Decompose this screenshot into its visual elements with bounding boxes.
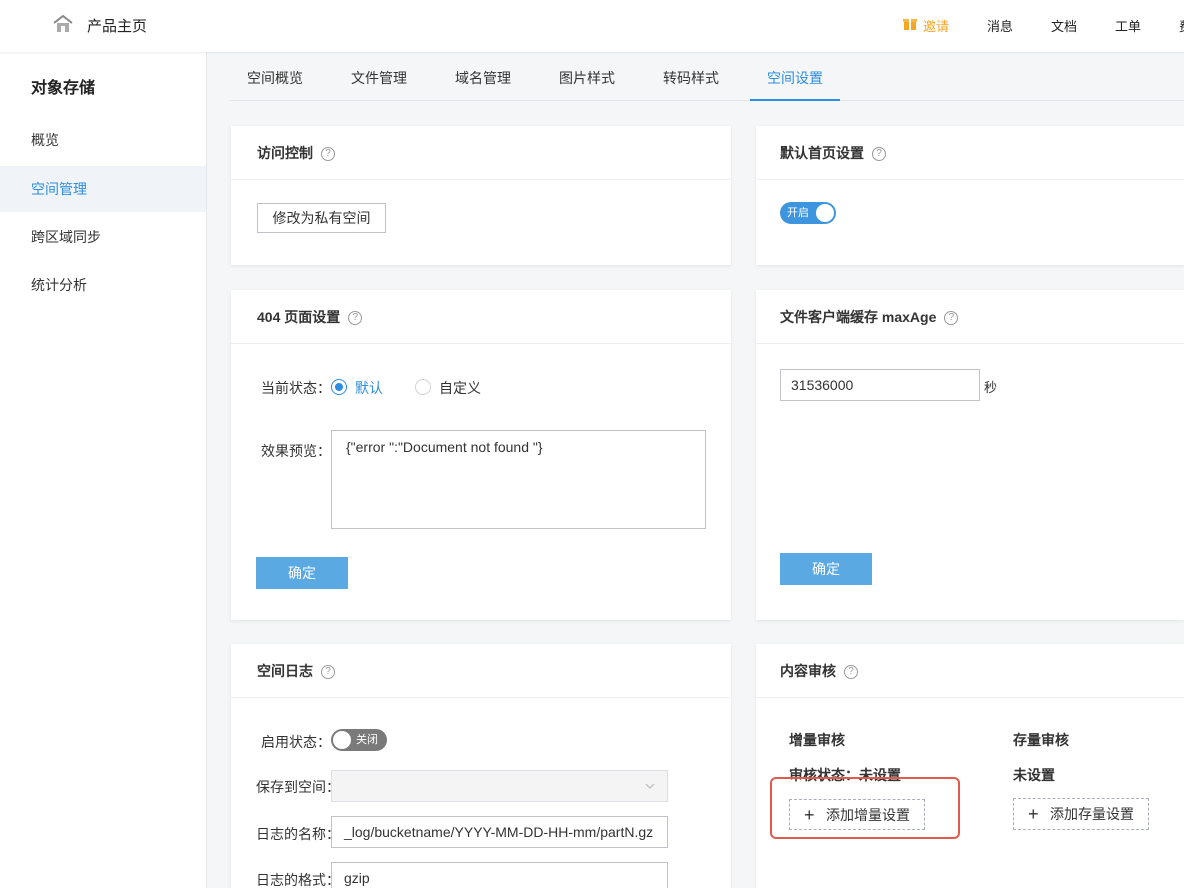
- access-control-title: 访问控制: [257, 145, 313, 161]
- card-header: 默认首页设置?: [756, 126, 1184, 180]
- access-control-card: 访问控制? 修改为私有空间: [231, 126, 731, 265]
- ticket-link[interactable]: 工单: [1115, 16, 1141, 35]
- log-name-input[interactable]: _log/bucketname/YYYY-MM-DD-HH-mm/partN.g…: [331, 816, 668, 848]
- home-title[interactable]: 产品主页: [87, 15, 147, 36]
- add-stock-button[interactable]: + 添加存量设置: [1013, 798, 1149, 830]
- add-stock-label: 添加存量设置: [1050, 806, 1134, 822]
- max-age-card: 文件客户端缓存 maxAge? 31536000 秒 确定: [756, 290, 1184, 620]
- highlight-box: [770, 777, 960, 839]
- sidebar-item-bucket-management[interactable]: 空间管理: [0, 166, 206, 212]
- custom-radio[interactable]: [415, 379, 431, 395]
- top-bar: 产品主页 邀请 消息 文档 工单 费: [0, 0, 1184, 52]
- seconds-unit: 秒: [984, 380, 998, 395]
- status-label: 当前状态：: [261, 380, 331, 396]
- card-header: 访问控制?: [231, 126, 731, 180]
- preview-label: 效果预览：: [261, 443, 331, 459]
- tab-files[interactable]: 文件管理: [334, 52, 424, 101]
- toggle-label: 关闭: [356, 734, 378, 746]
- content-audit-card: 内容审核? 增量审核 审核状态：未设置 + 添加增量设置 存量审核 未设置 + …: [756, 644, 1184, 888]
- sidebar-title: 对象存储: [31, 80, 96, 97]
- default-homepage-title: 默认首页设置: [780, 145, 864, 161]
- gift-icon: [903, 19, 917, 30]
- toggle-knob: [816, 204, 834, 222]
- tab-bucket-settings[interactable]: 空间设置: [750, 52, 840, 101]
- custom-radio-label[interactable]: 自定义: [439, 378, 481, 398]
- space-log-card: 空间日志? 启用状态： 关闭 保存到空间： 日志的名称： _log/bucket…: [231, 644, 731, 888]
- card-header: 文件客户端缓存 maxAge?: [756, 290, 1184, 344]
- help-icon[interactable]: ?: [844, 665, 858, 680]
- plus-icon: +: [1028, 804, 1039, 824]
- sidebar-item-statistics[interactable]: 统计分析: [0, 262, 206, 308]
- log-format-label: 日志的格式：: [256, 872, 340, 888]
- invite-link[interactable]: 邀请: [923, 16, 949, 35]
- tab-domains[interactable]: 域名管理: [438, 52, 528, 101]
- card-header: 空间日志?: [231, 644, 731, 698]
- docs-link[interactable]: 文档: [1051, 16, 1077, 35]
- help-icon[interactable]: ?: [348, 311, 363, 326]
- page-404-title: 404 页面设置: [257, 309, 341, 325]
- toggle-knob: [333, 731, 351, 749]
- sidebar-item-cross-region-sync[interactable]: 跨区域同步: [0, 214, 206, 260]
- preview-textarea[interactable]: {"error ":"Document not found "}: [331, 430, 706, 529]
- help-icon[interactable]: ?: [872, 147, 886, 162]
- confirm-404-button[interactable]: 确定: [256, 557, 348, 589]
- max-age-input[interactable]: 31536000: [780, 369, 980, 401]
- stock-audit-heading: 存量审核: [1013, 732, 1069, 748]
- content-audit-title: 内容审核: [780, 663, 836, 679]
- enable-label: 启用状态：: [261, 734, 331, 750]
- confirm-max-age-button[interactable]: 确定: [780, 553, 872, 585]
- sidebar-item-overview[interactable]: 概览: [0, 117, 206, 163]
- card-header: 内容审核?: [756, 644, 1184, 698]
- max-age-title: 文件客户端缓存 maxAge: [780, 309, 937, 325]
- default-radio-label[interactable]: 默认: [355, 378, 383, 398]
- help-icon[interactable]: ?: [321, 147, 335, 162]
- tab-overview[interactable]: 空间概览: [230, 52, 320, 101]
- log-format-input[interactable]: gzip: [331, 862, 668, 888]
- sidebar: 对象存储 概览 空间管理 跨区域同步 统计分析: [0, 52, 207, 888]
- save-to-label: 保存到空间：: [256, 779, 340, 795]
- help-icon[interactable]: ?: [944, 311, 959, 326]
- incremental-audit-heading: 增量审核: [789, 732, 845, 748]
- default-radio[interactable]: [331, 379, 347, 395]
- tab-transcode-styles[interactable]: 转码样式: [646, 52, 736, 101]
- tab-bar: 空间概览 文件管理 域名管理 图片样式 转码样式 空间设置: [230, 52, 1184, 101]
- help-icon[interactable]: ?: [321, 665, 335, 680]
- chevron-down-icon: [645, 783, 655, 789]
- messages-link[interactable]: 消息: [987, 16, 1013, 35]
- log-toggle[interactable]: 关闭: [331, 729, 387, 751]
- toggle-label: 开启: [787, 207, 809, 219]
- homepage-toggle[interactable]: 开启: [780, 202, 836, 224]
- fee-link[interactable]: 费: [1179, 16, 1184, 35]
- card-header: 404 页面设置?: [231, 290, 731, 344]
- default-homepage-card: 默认首页设置? 开启: [756, 126, 1184, 265]
- log-name-label: 日志的名称：: [256, 826, 340, 842]
- make-private-button[interactable]: 修改为私有空间: [257, 203, 386, 233]
- tab-image-styles[interactable]: 图片样式: [542, 52, 632, 101]
- space-log-title: 空间日志: [257, 663, 313, 679]
- stock-audit-status: 未设置: [1013, 767, 1055, 783]
- page-404-card: 404 页面设置? 当前状态： 默认 自定义 效果预览： {"error ":"…: [231, 290, 731, 620]
- home-icon[interactable]: [52, 14, 74, 34]
- save-to-select[interactable]: [331, 770, 668, 802]
